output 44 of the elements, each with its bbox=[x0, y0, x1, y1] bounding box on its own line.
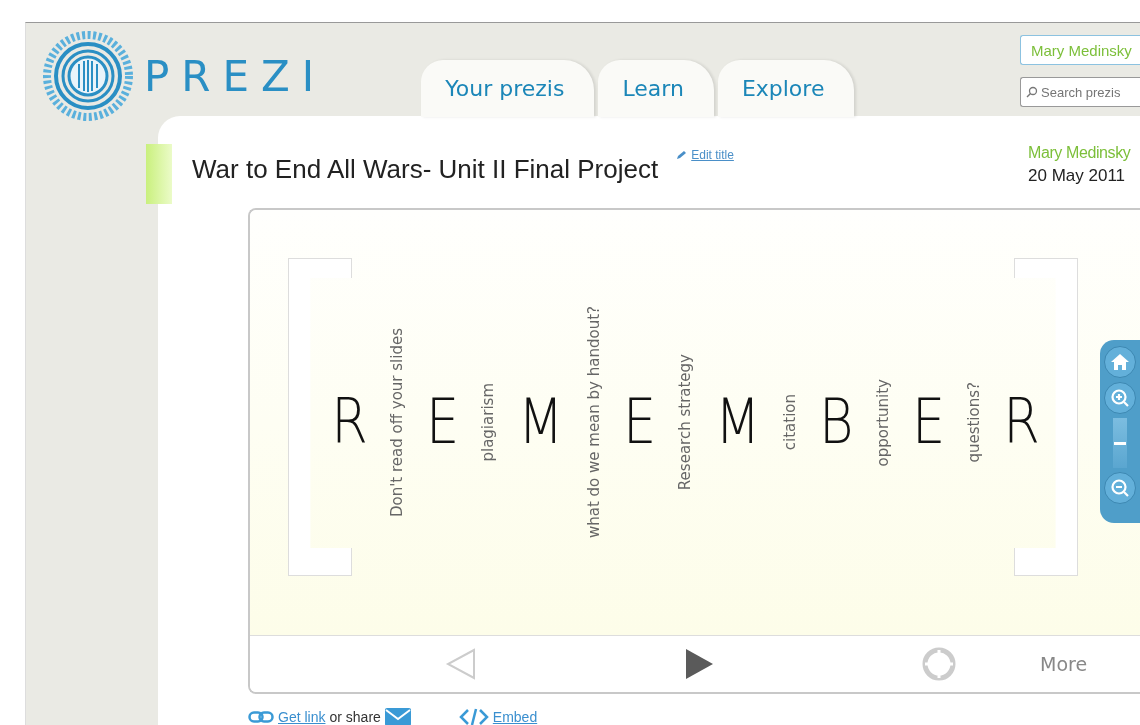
slide-word: citation bbox=[781, 394, 800, 451]
slide-letter: R bbox=[331, 391, 368, 454]
share-label: or share bbox=[329, 709, 381, 725]
slide-letter: B bbox=[819, 391, 855, 454]
slide-word: plagiarism bbox=[479, 383, 498, 462]
date-text: 20 May 2011 bbox=[1028, 166, 1127, 186]
nav-tab[interactable]: Explore bbox=[717, 60, 855, 117]
zoom-out-icon bbox=[1110, 478, 1130, 498]
search-icon bbox=[1026, 86, 1038, 98]
slide-letter: E bbox=[912, 391, 946, 454]
home-icon bbox=[1110, 353, 1130, 371]
presentation-title: War to End All Wars- Unit II Final Project bbox=[192, 154, 659, 185]
author-name[interactable]: Mary Medinsky bbox=[1028, 144, 1140, 162]
slide-letter: R bbox=[1003, 391, 1041, 454]
embed-link[interactable]: Embed bbox=[492, 709, 538, 725]
logo-wordmark: PREZI bbox=[144, 51, 327, 101]
title-accent-bar bbox=[146, 144, 172, 204]
get-link-link[interactable]: Get link bbox=[278, 709, 326, 725]
home-button[interactable] bbox=[1104, 346, 1136, 378]
zoom-in-button[interactable] bbox=[1104, 382, 1136, 414]
slide-letter: M bbox=[518, 391, 564, 454]
slide-word: what do we mean by handout? bbox=[584, 306, 603, 539]
zoom-slider-thumb[interactable] bbox=[1114, 441, 1126, 445]
pencil-icon bbox=[676, 150, 689, 160]
nav-tab[interactable]: Learn bbox=[598, 60, 714, 117]
mail-icon[interactable] bbox=[384, 708, 411, 725]
logo-icon bbox=[42, 30, 134, 122]
slide-word: questions? bbox=[965, 382, 984, 463]
slide-word: Don't read off your slides bbox=[388, 327, 407, 517]
zoom-in-icon bbox=[1110, 388, 1130, 408]
slide-word: Research strategy bbox=[675, 354, 694, 491]
edit-title-link[interactable]: Edit title bbox=[691, 148, 734, 162]
slide-word: opportunity bbox=[874, 378, 893, 467]
username-field[interactable]: Mary Medinsky bbox=[1020, 35, 1140, 65]
search-field[interactable]: Search prezis bbox=[1020, 77, 1140, 107]
more-button[interactable]: More bbox=[1040, 653, 1088, 675]
play-button[interactable] bbox=[684, 648, 714, 680]
nav-tab[interactable]: Your prezis bbox=[421, 60, 595, 117]
zoom-out-button[interactable] bbox=[1104, 472, 1136, 504]
slide-letter: E bbox=[426, 391, 460, 454]
code-icon bbox=[458, 708, 489, 725]
slide-letter: M bbox=[715, 391, 761, 454]
slide-letter: E bbox=[622, 391, 657, 454]
link-icon bbox=[248, 711, 274, 723]
